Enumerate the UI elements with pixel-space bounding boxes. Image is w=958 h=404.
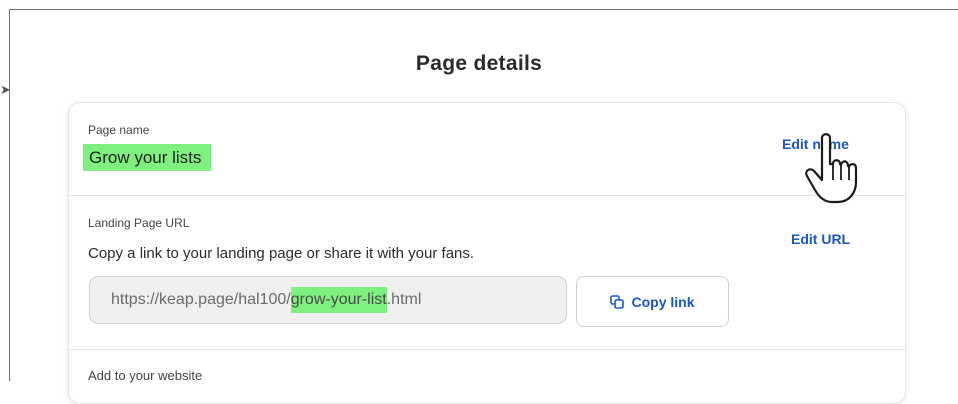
window-top-border: [9, 9, 958, 10]
url-prefix: https://keap.page/hal100/: [111, 291, 291, 308]
section-divider: [69, 195, 905, 196]
edit-url-link[interactable]: Edit URL: [791, 231, 850, 247]
page-name-label: Page name: [88, 123, 150, 137]
page-title: Page details: [415, 52, 543, 75]
copy-icon: [610, 294, 625, 309]
section-divider: [69, 349, 905, 350]
landing-url-field[interactable]: https://keap.page/hal100/grow-your-list.…: [89, 276, 567, 324]
arrow-cursor-icon: ➤: [0, 82, 11, 97]
hand-pointer-icon: [805, 133, 858, 204]
copy-link-label: Copy link: [631, 293, 695, 310]
landing-url-label: Landing Page URL: [88, 216, 190, 230]
page-name-value: Grow your lists: [83, 144, 212, 171]
url-slug: grow-your-list: [290, 287, 387, 313]
page-details-card: Page name Grow your lists Edit name Land…: [68, 102, 906, 404]
url-suffix: .html: [386, 291, 422, 308]
copy-link-button[interactable]: Copy link: [576, 276, 729, 327]
landing-url-description: Copy a link to your landing page or shar…: [88, 245, 475, 262]
